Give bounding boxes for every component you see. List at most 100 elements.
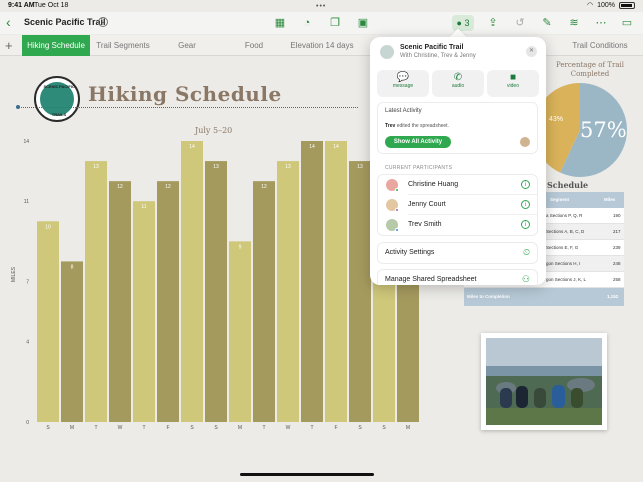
collaborate-icon: ● xyxy=(456,18,462,28)
chart-bar[interactable] xyxy=(229,241,251,422)
bar-value-label: 13 xyxy=(285,164,291,170)
participants-header: CURRENT PARTICIPANTS xyxy=(385,165,453,171)
manage-shared-spreadsheet-row[interactable]: Manage Shared Spreadsheet ⚇ xyxy=(377,270,538,285)
show-all-activity-button[interactable]: Show All Activity xyxy=(385,136,451,148)
sheet-tabs: + Hiking Schedule Trail Segments Gear Fo… xyxy=(0,35,643,56)
shapes-icon[interactable]: ❐ xyxy=(328,16,342,30)
row-miles: 239 xyxy=(613,245,621,250)
chart-bar[interactable] xyxy=(325,141,347,422)
y-tick-label: 14 xyxy=(23,139,29,145)
activity-user: Trev xyxy=(385,123,396,129)
latest-activity-header: Latest Activity xyxy=(385,108,422,114)
group-photo[interactable] xyxy=(481,333,607,430)
message-button[interactable]: 💬 message xyxy=(377,70,429,97)
undo-icon[interactable]: ↺ xyxy=(513,16,527,30)
bar-value-label: 13 xyxy=(93,164,99,170)
participant-row[interactable]: Trev Smith i xyxy=(377,215,538,235)
chart-bar[interactable] xyxy=(37,221,59,422)
chart-bar[interactable] xyxy=(109,181,131,422)
bar-chart[interactable]: 0 4 7 11 14 10 S 8 M 13 T 12 W 11 T 12 F 14 S 13 S 9 M 12 T 13 W 14… xyxy=(22,134,430,434)
home-indicator xyxy=(240,473,374,476)
bar-value-label: 12 xyxy=(261,184,267,190)
chart-bar[interactable] xyxy=(181,141,203,422)
chart-bar[interactable] xyxy=(85,161,107,423)
pie-label-completed: 57% xyxy=(580,118,627,142)
y-tick-label: 7 xyxy=(26,280,29,286)
chart-bar[interactable] xyxy=(133,201,155,422)
tab-trail-conditions[interactable]: Trail Conditions xyxy=(560,35,640,56)
video-icon: ■ xyxy=(509,72,517,83)
chart-icon[interactable]: ◔ xyxy=(300,16,314,30)
chart-bar[interactable] xyxy=(61,261,83,422)
participant-row[interactable]: Christine Huang i xyxy=(377,175,538,195)
tab-hiking-schedule[interactable]: Hiking Schedule xyxy=(22,35,90,56)
table-footer: Miles to Completion 1,152 xyxy=(464,288,624,306)
close-icon[interactable]: ✕ xyxy=(526,46,537,57)
media-icon[interactable]: ▣ xyxy=(356,16,370,30)
x-tick-label: S xyxy=(214,425,218,431)
document-title[interactable]: Scenic Pacific Trail xyxy=(24,17,106,27)
activity-settings-row[interactable]: Activity Settings ⏲ xyxy=(377,243,538,263)
comment-icon[interactable]: ▭ xyxy=(620,16,634,30)
format-brush-icon[interactable]: ✎ xyxy=(540,16,554,30)
video-button[interactable]: ■ video xyxy=(487,70,539,97)
x-tick-label: T xyxy=(142,425,145,431)
tab-gear[interactable]: Gear xyxy=(165,35,209,56)
trail-logo[interactable]: SCENIC PACIFIC TRAILS xyxy=(34,76,80,122)
y-tick-label: 0 xyxy=(26,420,29,426)
y-tick-label: 4 xyxy=(26,340,29,346)
row-segment: gon Sections H, I xyxy=(546,261,581,266)
info-icon[interactable]: i xyxy=(521,180,530,189)
chevron-down-icon[interactable]: ⌄ xyxy=(98,17,108,27)
presence-dot xyxy=(395,228,399,232)
chart-bar[interactable] xyxy=(277,161,299,423)
format-icon[interactable]: ≋ xyxy=(567,16,581,30)
message-icon: 💬 xyxy=(396,72,410,83)
pie-title[interactable]: Percentage of Trail Completed xyxy=(548,61,632,79)
photo-image xyxy=(486,338,602,425)
back-icon[interactable]: ‹ xyxy=(6,14,11,30)
presence-dot xyxy=(395,188,399,192)
y-tick-label: 11 xyxy=(24,199,29,205)
info-icon[interactable]: i xyxy=(521,200,530,209)
x-tick-label: W xyxy=(118,425,123,431)
participant-name: Jenny Court xyxy=(408,201,446,208)
add-sheet-icon[interactable]: + xyxy=(5,35,13,56)
chart-y-label: MILES xyxy=(11,266,17,282)
bar-value-label: 14 xyxy=(189,144,195,150)
tab-food[interactable]: Food xyxy=(232,35,276,56)
chart-bar[interactable] xyxy=(253,181,275,422)
table-icon[interactable]: ▦ xyxy=(273,16,287,30)
row-segment: gon Sections J, K, L xyxy=(546,277,587,282)
x-tick-label: S xyxy=(190,425,194,431)
chart-bar[interactable] xyxy=(205,161,227,423)
wifi-icon: ◠ xyxy=(586,2,594,9)
multitask-dots[interactable]: ••• xyxy=(316,3,326,10)
activity-avatar xyxy=(520,137,530,147)
bar-value-label: 9 xyxy=(239,244,242,250)
audio-label: audio xyxy=(451,83,465,89)
participant-row[interactable]: Jenny Court i xyxy=(377,195,538,215)
collaborate-button[interactable]: ● 3 xyxy=(452,15,474,31)
chart-bar[interactable] xyxy=(301,141,323,422)
info-icon[interactable]: i xyxy=(521,220,530,229)
chart-bar[interactable] xyxy=(157,181,179,422)
row-miles: 248 xyxy=(613,261,621,266)
tab-trail-segments[interactable]: Trail Segments xyxy=(92,35,154,56)
x-tick-label: T xyxy=(94,425,97,431)
share-icon[interactable]: ⇪ xyxy=(486,16,500,30)
more-icon[interactable]: ⋯ xyxy=(594,16,608,30)
collaboration-popover: Scenic Pacific Trail With Christine, Tre… xyxy=(370,37,546,285)
participant-name: Trev Smith xyxy=(408,221,442,228)
popover-subtitle: With Christine, Trev & Jenny xyxy=(400,53,476,59)
battery-icon xyxy=(619,1,635,9)
sheet-title[interactable]: Hiking Schedule xyxy=(88,82,282,106)
x-tick-label: T xyxy=(310,425,313,431)
tab-elevation[interactable]: Elevation 14 days xyxy=(285,35,359,56)
audio-button[interactable]: ✆ audio xyxy=(432,70,484,97)
bar-value-label: 12 xyxy=(165,184,171,190)
logo-text-bottom: TRAILS xyxy=(51,112,67,117)
schedule-title[interactable]: Schedule xyxy=(547,180,588,190)
chart-bar[interactable] xyxy=(349,161,371,423)
bar-value-label: 14 xyxy=(333,144,339,150)
